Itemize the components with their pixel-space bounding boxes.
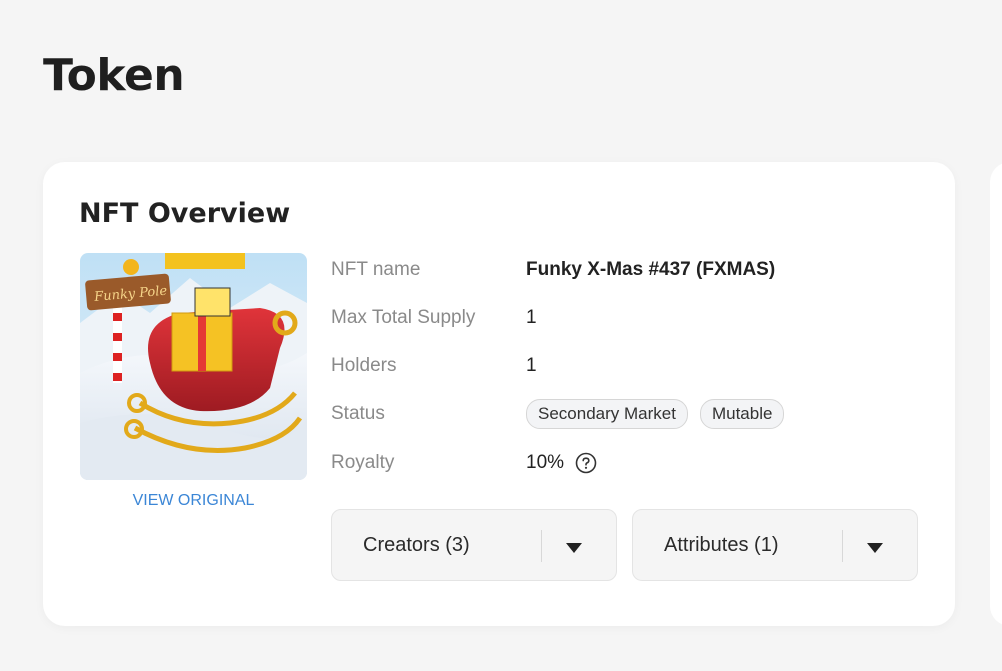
royalty-value-group: 10% [526,452,597,474]
dropdown-divider [842,530,843,562]
view-original-link[interactable]: VIEW ORIGINAL [80,492,307,510]
nft-artwork-image: Funky Pole [80,253,307,480]
nft-image[interactable]: Funky Pole [80,253,307,480]
chevron-down-icon [867,540,883,558]
attributes-dropdown-label: Attributes (1) [664,534,779,556]
royalty-label: Royalty [331,452,395,473]
creators-dropdown-label: Creators (3) [363,534,470,556]
nft-name-label: NFT name [331,259,421,280]
max-supply-label: Max Total Supply [331,307,476,328]
next-card-edge [990,162,1002,626]
creators-dropdown[interactable]: Creators (3) [331,509,617,581]
royalty-value: 10% [526,452,565,473]
status-chip-mutable: Mutable [699,399,785,429]
help-circle-icon[interactable] [575,452,597,474]
chevron-down-icon [566,540,582,558]
holders-label: Holders [331,355,397,376]
page-title: Token [43,50,185,101]
status-chips: Secondary Market Mutable [526,399,785,429]
status-label: Status [331,403,385,424]
max-supply-value: 1 [526,307,537,328]
dropdown-divider [541,530,542,562]
nft-name-value: Funky X-Mas #437 (FXMAS) [526,259,776,280]
holders-value: 1 [526,355,537,376]
card-title: NFT Overview [79,198,291,229]
nft-overview-card: NFT Overview Funky Pole VIEW ORIGINAL NF… [43,162,955,626]
attributes-dropdown[interactable]: Attributes (1) [632,509,918,581]
status-chip-secondary-market: Secondary Market [526,399,688,429]
